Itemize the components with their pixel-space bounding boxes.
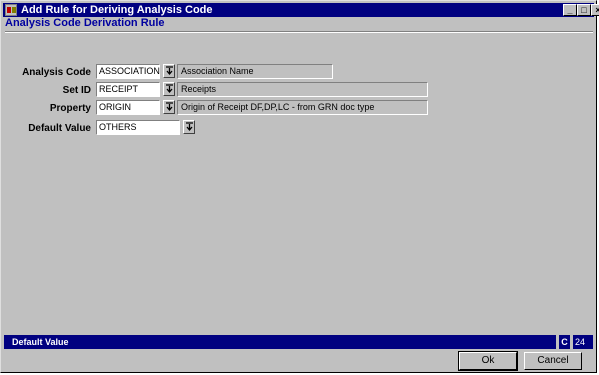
set-id-label: Set ID	[62, 85, 91, 96]
set-id-field[interactable]: RECEIPT	[96, 82, 160, 97]
property-field[interactable]: ORIGIN	[96, 100, 160, 115]
app-icon[interactable]	[5, 4, 17, 16]
property-description: Origin of Receipt DF,DP,LC - from GRN do…	[177, 100, 428, 115]
lookup-arrow-icon	[166, 84, 173, 94]
title-bar: Add Rule for Deriving Analysis Code _ □	[3, 3, 594, 17]
maximize-button[interactable]: □	[577, 4, 591, 16]
analysis-code-lookup-button[interactable]	[163, 64, 175, 78]
close-button[interactable]: ×	[591, 4, 599, 16]
default-value-label: Default Value	[28, 123, 91, 134]
default-value-lookup-button[interactable]	[183, 120, 195, 134]
analysis-code-field[interactable]: ASSOCIATION	[96, 64, 160, 79]
form-subtitle: Analysis Code Derivation Rule	[5, 17, 165, 29]
status-bar-text: Default Value	[4, 335, 556, 349]
lookup-arrow-icon	[186, 122, 193, 132]
property-label: Property	[49, 103, 91, 114]
lookup-arrow-icon	[166, 102, 173, 112]
status-mode-indicator: C	[559, 335, 570, 349]
set-id-description: Receipts	[177, 82, 428, 97]
ok-button[interactable]: Ok	[458, 351, 518, 371]
status-count: 24	[573, 335, 593, 349]
lookup-arrow-icon	[166, 66, 173, 76]
dialog-window: Add Rule for Deriving Analysis Code _ □ …	[0, 0, 599, 373]
property-lookup-button[interactable]	[163, 100, 175, 114]
cancel-button[interactable]: Cancel	[524, 352, 582, 370]
minimize-button[interactable]: _	[563, 4, 577, 16]
analysis-code-label: Analysis Code	[22, 67, 91, 78]
window-title: Add Rule for Deriving Analysis Code	[21, 4, 213, 16]
default-value-field[interactable]: OTHERS	[96, 120, 180, 135]
set-id-lookup-button[interactable]	[163, 82, 175, 96]
analysis-code-description: Association Name	[177, 64, 333, 79]
header-divider	[5, 31, 593, 33]
